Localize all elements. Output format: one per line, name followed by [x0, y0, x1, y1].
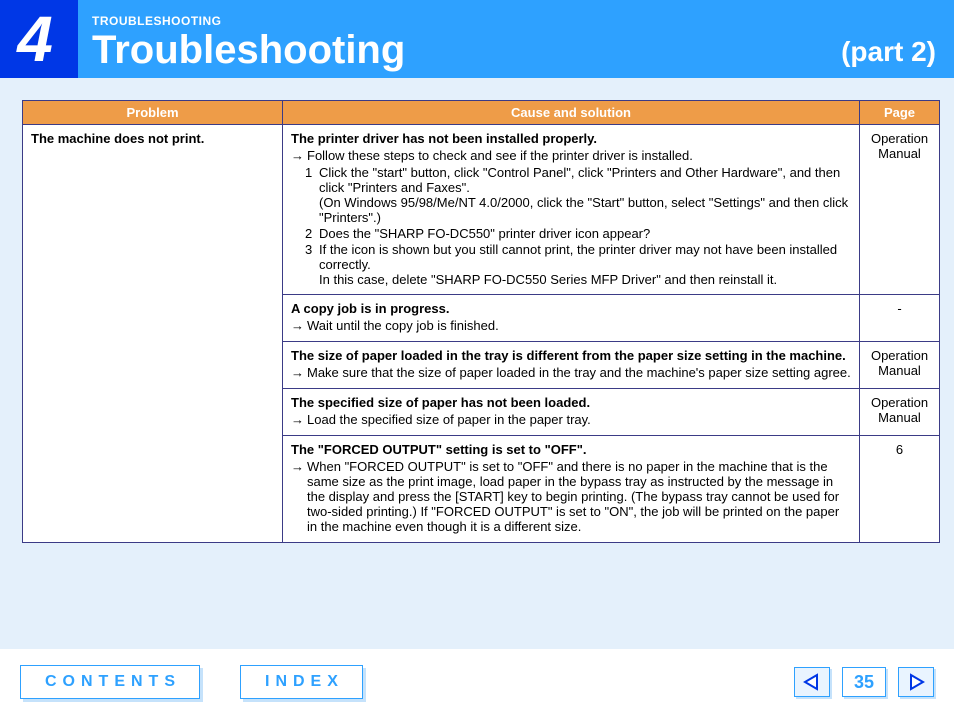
cause-title: The specified size of paper has not been… [291, 395, 851, 410]
pager: 35 [794, 667, 934, 697]
page-ref: - [860, 295, 940, 342]
list-item: 3 If the icon is shown but you still can… [319, 242, 851, 287]
cause-title: The "FORCED OUTPUT" setting is set to "O… [291, 442, 851, 457]
arrow-icon: → [291, 148, 307, 163]
part-label: (part 2) [841, 36, 936, 68]
step-num: 2 [305, 226, 312, 241]
action-line: → Follow these steps to check and see if… [291, 148, 851, 163]
col-problem: Problem [23, 101, 283, 125]
section-label: TROUBLESHOOTING [92, 14, 954, 28]
steps-list: 1 Click the "start" button, click "Contr… [291, 165, 851, 287]
action-text: Wait until the copy job is finished. [307, 318, 851, 333]
cause-title: The size of paper loaded in the tray is … [291, 348, 851, 363]
col-page: Page [860, 101, 940, 125]
step-text: Does the "SHARP FO-DC550" printer driver… [319, 226, 650, 241]
step-num: 3 [305, 242, 312, 257]
action-line: → Load the specified size of paper in th… [291, 412, 851, 427]
triangle-left-icon [803, 673, 821, 691]
prev-page-button[interactable] [794, 667, 830, 697]
index-button[interactable]: INDEX [240, 665, 363, 699]
list-item: 1 Click the "start" button, click "Contr… [319, 165, 851, 225]
table-header-row: Problem Cause and solution Page [23, 101, 940, 125]
col-cause: Cause and solution [283, 101, 860, 125]
chapter-number: 4 [0, 0, 78, 78]
page-number: 35 [842, 667, 886, 697]
arrow-icon: → [291, 459, 307, 534]
table-row: The machine does not print. The printer … [23, 125, 940, 295]
arrow-icon: → [291, 318, 307, 333]
step-sub: In this case, delete "SHARP FO-DC550 Ser… [319, 272, 851, 287]
cause-title: A copy job is in progress. [291, 301, 851, 316]
cause-cell: The size of paper loaded in the tray is … [283, 342, 860, 389]
page-ref: 6 [860, 436, 940, 543]
action-text: Load the specified size of paper in the … [307, 412, 851, 427]
arrow-icon: → [291, 365, 307, 380]
page-ref: Operation Manual [860, 125, 940, 295]
page-header: 4 TROUBLESHOOTING Troubleshooting (part … [0, 0, 954, 78]
step-text: Click the "start" button, click "Control… [319, 165, 840, 195]
action-line: → Make sure that the size of paper loade… [291, 365, 851, 380]
cause-cell: The specified size of paper has not been… [283, 389, 860, 436]
action-text: Make sure that the size of paper loaded … [307, 365, 851, 380]
problem-cell: The machine does not print. [23, 125, 283, 543]
triangle-right-icon [907, 673, 925, 691]
action-text: Follow these steps to check and see if t… [307, 148, 851, 163]
action-line: → Wait until the copy job is finished. [291, 318, 851, 333]
content-area: Problem Cause and solution Page The mach… [0, 78, 954, 543]
contents-button[interactable]: CONTENTS [20, 665, 200, 699]
action-line: → When "FORCED OUTPUT" is set to "OFF" a… [291, 459, 851, 534]
page-ref: Operation Manual [860, 389, 940, 436]
cause-cell: The printer driver has not been installe… [283, 125, 860, 295]
footer: CONTENTS INDEX 35 [0, 649, 954, 715]
arrow-icon: → [291, 412, 307, 427]
action-text: When "FORCED OUTPUT" is set to "OFF" and… [307, 459, 851, 534]
page-title: Troubleshooting [92, 30, 954, 70]
step-sub: (On Windows 95/98/Me/NT 4.0/2000, click … [319, 195, 851, 225]
cause-cell: A copy job is in progress. → Wait until … [283, 295, 860, 342]
step-text: If the icon is shown but you still canno… [319, 242, 837, 272]
step-num: 1 [305, 165, 312, 180]
cause-cell: The "FORCED OUTPUT" setting is set to "O… [283, 436, 860, 543]
list-item: 2 Does the "SHARP FO-DC550" printer driv… [319, 226, 851, 241]
troubleshooting-table: Problem Cause and solution Page The mach… [22, 100, 940, 543]
next-page-button[interactable] [898, 667, 934, 697]
header-text: TROUBLESHOOTING Troubleshooting (part 2) [78, 0, 954, 78]
page-ref: Operation Manual [860, 342, 940, 389]
cause-title: The printer driver has not been installe… [291, 131, 851, 146]
